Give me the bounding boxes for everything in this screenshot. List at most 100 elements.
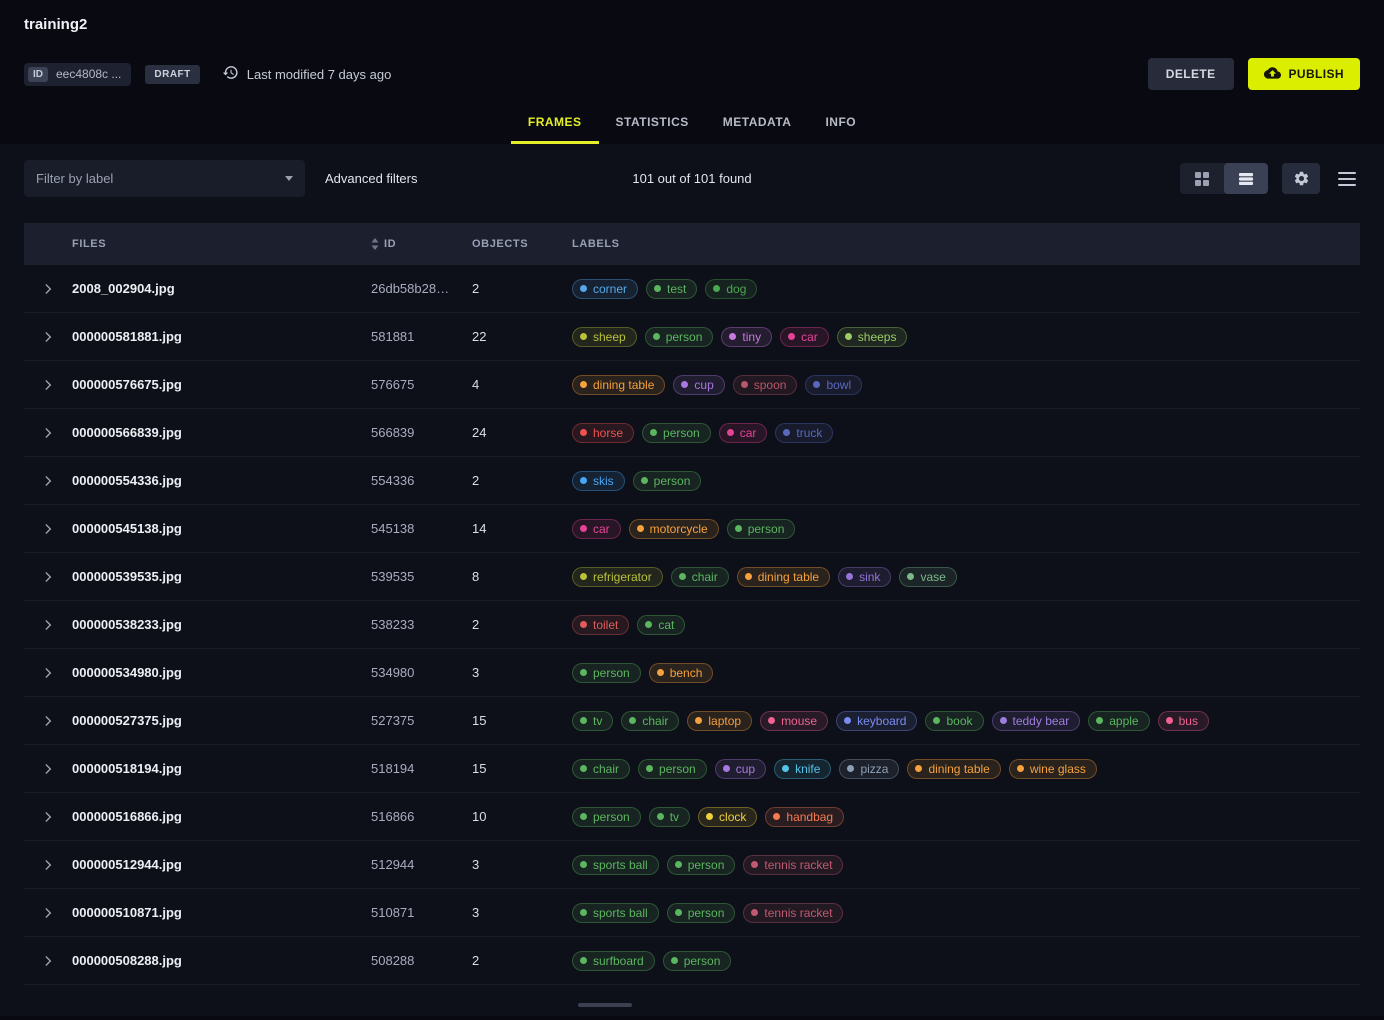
table-row[interactable]: 000000539535.jpg5395358refrigeratorchair… bbox=[24, 553, 1360, 601]
label-color-dot bbox=[745, 573, 752, 580]
table-row[interactable]: 000000534980.jpg5349803personbench bbox=[24, 649, 1360, 697]
filter-by-label-select[interactable]: Filter by label bbox=[24, 160, 305, 197]
chevron-down-icon bbox=[285, 176, 293, 181]
tab-metadata[interactable]: METADATA bbox=[706, 103, 809, 144]
label-color-dot bbox=[580, 669, 587, 676]
label-chip: refrigerator bbox=[572, 567, 663, 587]
row-expand-chevron-icon[interactable] bbox=[37, 662, 59, 684]
objects-count: 8 bbox=[472, 569, 572, 584]
row-expand-chevron-icon[interactable] bbox=[37, 278, 59, 300]
table-row[interactable]: 000000512944.jpg5129443sports ballperson… bbox=[24, 841, 1360, 889]
objects-count: 4 bbox=[472, 377, 572, 392]
label-chips: sports ballpersontennis racket bbox=[572, 903, 1360, 923]
row-expand-chevron-icon[interactable] bbox=[37, 614, 59, 636]
tab-statistics[interactable]: STATISTICS bbox=[599, 103, 706, 144]
file-name: 000000527375.jpg bbox=[72, 713, 371, 728]
row-expand-chevron-icon[interactable] bbox=[37, 758, 59, 780]
label-chip-text: person bbox=[654, 474, 691, 488]
label-chip: person bbox=[727, 519, 796, 539]
table-row[interactable]: 000000545138.jpg54513814carmotorcycleper… bbox=[24, 505, 1360, 553]
label-chip-text: car bbox=[801, 330, 818, 344]
label-color-dot bbox=[580, 429, 587, 436]
objects-count: 2 bbox=[472, 617, 572, 632]
label-chip: chair bbox=[621, 711, 679, 731]
column-header-id[interactable]: ID bbox=[371, 238, 472, 250]
table-row[interactable]: 000000581881.jpg58188122sheeppersontinyc… bbox=[24, 313, 1360, 361]
table-row[interactable]: 000000538233.jpg5382332toiletcat bbox=[24, 601, 1360, 649]
row-expand-chevron-icon[interactable] bbox=[37, 902, 59, 924]
row-expand-chevron-icon[interactable] bbox=[37, 854, 59, 876]
filter-bar: Filter by label Advanced filters 101 out… bbox=[24, 144, 1360, 197]
label-chip: car bbox=[572, 519, 621, 539]
label-color-dot bbox=[679, 573, 686, 580]
label-chip-text: person bbox=[659, 762, 696, 776]
file-name: 000000566839.jpg bbox=[72, 425, 371, 440]
tab-info[interactable]: INFO bbox=[808, 103, 873, 144]
table-row[interactable]: 000000527375.jpg52737515tvchairlaptopmou… bbox=[24, 697, 1360, 745]
row-expand-chevron-icon[interactable] bbox=[37, 566, 59, 588]
table-row[interactable]: 000000554336.jpg5543362skisperson bbox=[24, 457, 1360, 505]
file-name: 000000576675.jpg bbox=[72, 377, 371, 392]
objects-count: 15 bbox=[472, 761, 572, 776]
frame-id: 516866 bbox=[371, 809, 472, 824]
label-chip: person bbox=[572, 663, 641, 683]
label-chip-text: pizza bbox=[860, 762, 888, 776]
label-chip: dining table bbox=[907, 759, 1000, 779]
frame-id: 510871 bbox=[371, 905, 472, 920]
row-expand-chevron-icon[interactable] bbox=[37, 470, 59, 492]
advanced-filters-link[interactable]: Advanced filters bbox=[317, 163, 426, 194]
frames-table: FILES ID OBJECTS LABELS 2008_002904.jpg2… bbox=[24, 223, 1360, 985]
label-chip-text: motorcycle bbox=[650, 522, 708, 536]
label-chips: persontvclockhandbag bbox=[572, 807, 1360, 827]
table-row[interactable]: 000000518194.jpg51819415chairpersoncupkn… bbox=[24, 745, 1360, 793]
header: training2 ID eec4808c ... DRAFT Last mod… bbox=[0, 0, 1384, 144]
horizontal-scrollbar-thumb[interactable] bbox=[578, 1003, 632, 1007]
label-color-dot bbox=[706, 813, 713, 820]
table-row[interactable]: 000000516866.jpg51686610persontvclockhan… bbox=[24, 793, 1360, 841]
menu-button[interactable] bbox=[1334, 163, 1360, 194]
hamburger-icon bbox=[1338, 172, 1356, 186]
filter-select-value: Filter by label bbox=[36, 171, 113, 186]
table-row[interactable]: 000000576675.jpg5766754dining tablecupsp… bbox=[24, 361, 1360, 409]
delete-button[interactable]: DELETE bbox=[1148, 58, 1234, 90]
label-chip: person bbox=[667, 903, 736, 923]
label-color-dot bbox=[727, 429, 734, 436]
page-title: training2 bbox=[24, 16, 1360, 33]
tab-frames[interactable]: FRAMES bbox=[511, 103, 599, 144]
label-chip-text: teddy bear bbox=[1013, 714, 1070, 728]
label-color-dot bbox=[580, 381, 587, 388]
label-chip: dining table bbox=[572, 375, 665, 395]
label-chip: sports ball bbox=[572, 903, 659, 923]
label-chip: surfboard bbox=[572, 951, 655, 971]
row-expand-chevron-icon[interactable] bbox=[37, 806, 59, 828]
table-row[interactable]: 000000508288.jpg5082882surfboardperson bbox=[24, 937, 1360, 985]
label-chip-text: clock bbox=[719, 810, 746, 824]
table-row[interactable]: 000000510871.jpg5108713sports ballperson… bbox=[24, 889, 1360, 937]
label-chip: handbag bbox=[765, 807, 844, 827]
row-expand-chevron-icon[interactable] bbox=[37, 518, 59, 540]
label-color-dot bbox=[580, 909, 587, 916]
label-chips: chairpersoncupknifepizzadining tablewine… bbox=[572, 759, 1360, 779]
label-chip-text: vase bbox=[920, 570, 945, 584]
row-expand-chevron-icon[interactable] bbox=[37, 326, 59, 348]
settings-button[interactable] bbox=[1282, 163, 1320, 194]
row-expand-chevron-icon[interactable] bbox=[37, 374, 59, 396]
label-chip: chair bbox=[671, 567, 729, 587]
label-chip-text: person bbox=[663, 426, 700, 440]
table-row[interactable]: 000000566839.jpg56683924horsepersoncartr… bbox=[24, 409, 1360, 457]
grid-view-button[interactable] bbox=[1180, 163, 1224, 194]
table-row[interactable]: 2008_002904.jpg26db58b28…2cornertestdog bbox=[24, 265, 1360, 313]
label-chip: bus bbox=[1158, 711, 1209, 731]
publish-button[interactable]: PUBLISH bbox=[1248, 58, 1360, 90]
label-color-dot bbox=[915, 765, 922, 772]
label-chips: horsepersoncartruck bbox=[572, 423, 1360, 443]
row-expand-chevron-icon[interactable] bbox=[37, 950, 59, 972]
label-chips: sheeppersontinycarsheeps bbox=[572, 327, 1360, 347]
row-expand-chevron-icon[interactable] bbox=[37, 710, 59, 732]
list-view-button[interactable] bbox=[1224, 163, 1268, 194]
objects-count: 15 bbox=[472, 713, 572, 728]
label-chips: cornertestdog bbox=[572, 279, 1360, 299]
label-color-dot bbox=[580, 717, 587, 724]
label-chip: tv bbox=[649, 807, 690, 827]
row-expand-chevron-icon[interactable] bbox=[37, 422, 59, 444]
